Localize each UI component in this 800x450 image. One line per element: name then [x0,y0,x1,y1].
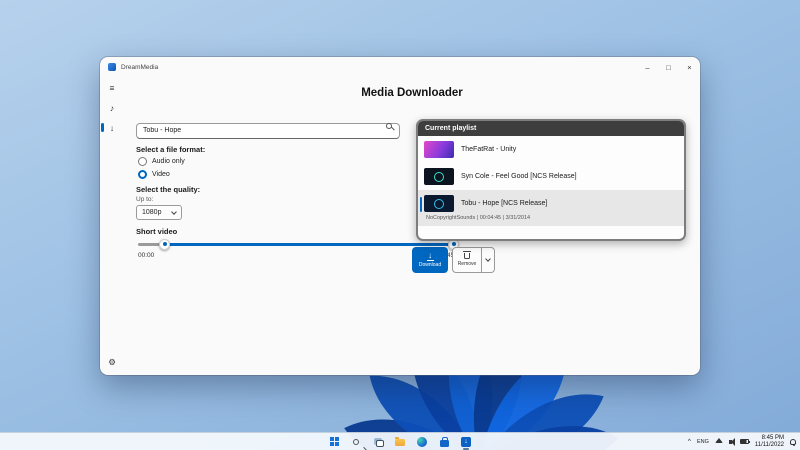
format-label: Select a file format: [136,145,206,154]
media-app-taskbar-button[interactable]: ↓ [459,435,473,450]
video-thumbnail [424,195,454,212]
edge-browser-button[interactable] [415,435,429,449]
chevron-down-icon [171,208,177,215]
music-note-icon: ♪ [109,102,115,113]
store-bag-icon [439,436,449,447]
maximize-button[interactable]: □ [658,57,679,77]
radio-audio-only[interactable]: Audio only [138,157,185,166]
media-app-icon: ↓ [461,436,471,447]
wifi-icon[interactable] [714,438,723,443]
volume-icon[interactable] [728,437,735,446]
download-button-label: Download [418,261,442,268]
quality-dropdown-value: 1080p [142,209,162,216]
language-indicator[interactable]: ENG [697,439,709,445]
search-icon [353,438,359,445]
hamburger-menu-button[interactable]: ≡ [104,81,120,94]
battery-icon[interactable] [739,439,751,444]
sidebar-item-library[interactable]: ♪ [104,101,120,114]
start-button[interactable] [327,435,341,449]
playlist-item-row: TheFatRat - Unity [424,141,678,158]
video-thumbnail [424,168,454,185]
search-icon[interactable] [386,123,392,129]
download-arrow-icon: ↓ [428,251,432,261]
taskbar-search-button[interactable] [349,435,363,449]
radio-video[interactable]: Video [138,170,170,179]
remove-split-dropdown-button[interactable] [482,247,495,273]
playlist-item-title: Syn Cole - Feel Good [NCS Release] [461,173,577,180]
trim-range-slider[interactable] [138,238,459,250]
task-view-button[interactable] [371,435,385,449]
window-controls: – □ × [637,57,700,77]
playlist-panel: Current playlist TheFatRat - Unity Syn C… [416,119,686,241]
close-button[interactable]: × [679,57,700,77]
quality-label: Select the quality: [136,185,201,194]
tray-expand-button[interactable]: ^ [688,438,691,445]
trim-start-time: 00:00 [138,252,155,259]
app-window: DreamMedia – □ × ≡ ♪ ↓ ⚙ Media Downloade… [100,57,700,375]
search-box [136,119,400,139]
taskbar: ↓ ^ ENG 8:45 PM 11/11/2022 [0,432,800,450]
quality-dropdown[interactable]: 1080p [136,205,182,220]
desktop: DreamMedia – □ × ≡ ♪ ↓ ⚙ Media Downloade… [0,0,800,450]
quality-hint: Up to: [136,196,154,203]
sidebar-item-downloader[interactable]: ↓ [101,121,120,134]
playlist-item-selected[interactable]: Tobu - Hope [NCS Release] NoCopyrightSou… [418,190,684,226]
gear-icon: ⚙ [108,357,116,367]
tray-time: 8:45 PM [761,434,784,441]
radio-label: Video [152,171,170,178]
settings-button[interactable]: ⚙ [104,356,120,369]
playlist-item-title: Tobu - Hope [NCS Release] [461,200,548,207]
clock[interactable]: 8:45 PM 11/11/2022 [755,435,784,449]
tray-date: 11/11/2022 [754,441,784,448]
trash-icon [463,251,471,259]
playlist-item[interactable]: TheFatRat - Unity [418,136,684,163]
playlist-item-title: TheFatRat - Unity [461,146,517,153]
playlist-item-row: Tobu - Hope [NCS Release] [424,195,678,212]
video-thumbnail [424,141,454,158]
trim-label: Short video [136,227,178,236]
slider-thumb-start[interactable] [159,238,170,250]
sidebar: ≡ ♪ ↓ ⚙ [100,77,124,375]
edge-icon [417,436,427,447]
window-title: DreamMedia [121,63,159,71]
minimize-button[interactable]: – [637,57,658,77]
slider-track-fill [165,243,453,246]
playlist-header: Current playlist [418,121,684,136]
radio-selected-icon[interactable] [138,170,147,179]
playlist-item-row: Syn Cole - Feel Good [NCS Release] [424,168,678,185]
playlist-item-details: NoCopyrightSounds | 00:04:45 | 3/31/2014 [426,215,531,221]
page-title: Media Downloader [361,87,463,99]
app-icon [108,63,116,71]
remove-button[interactable]: Remove [452,247,482,273]
hamburger-icon: ≡ [109,82,115,93]
playlist-item[interactable]: Syn Cole - Feel Good [NCS Release] [418,163,684,190]
search-input[interactable] [136,122,400,139]
download-icon: ↓ [109,122,115,133]
download-button[interactable]: ↓ Download [412,247,448,273]
taskbar-center-icons: ↓ [327,433,473,450]
notification-bell-icon[interactable] [790,438,796,446]
chevron-down-icon [485,256,491,262]
task-view-icon [376,439,384,447]
system-tray: ^ ENG 8:45 PM 11/11/2022 [688,433,796,450]
download-bar-icon [426,259,434,261]
radio-label: Audio only [152,158,185,165]
running-app-indicator [463,448,469,450]
microsoft-store-button[interactable] [437,435,451,449]
windows-logo-icon [329,437,339,446]
remove-button-label: Remove [457,261,477,267]
file-explorer-button[interactable] [393,435,407,449]
titlebar[interactable]: DreamMedia – □ × [100,57,700,77]
radio-icon[interactable] [138,157,147,166]
folder-icon [395,437,405,446]
